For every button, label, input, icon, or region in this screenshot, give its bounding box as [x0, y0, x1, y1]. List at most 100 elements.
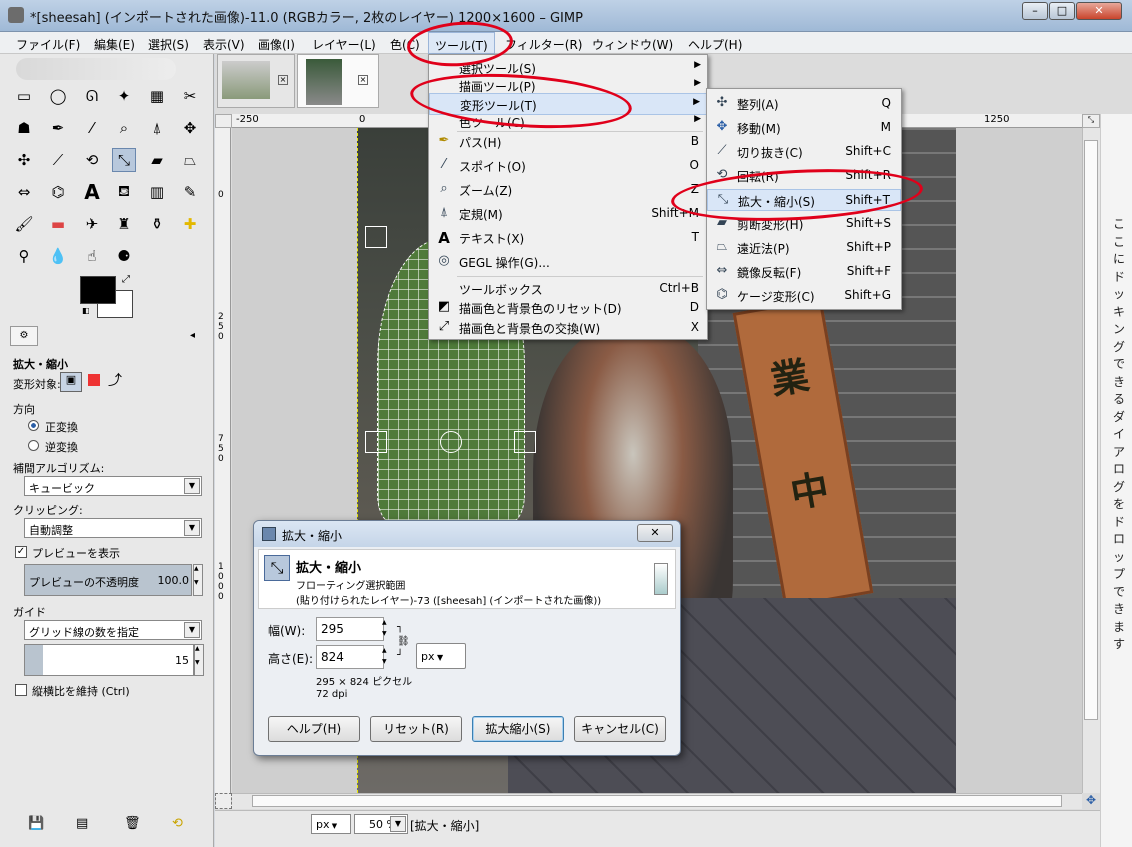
- delete-options-icon[interactable]: 🗑: [124, 816, 141, 831]
- heal-tool-icon[interactable]: ✚: [178, 212, 202, 236]
- cage-tool-icon[interactable]: ⌬: [46, 180, 70, 204]
- dialog-close-button[interactable]: ✕: [637, 524, 673, 542]
- menu-item-move[interactable]: ✥ 移動(M) M: [707, 117, 901, 139]
- move-tool-icon[interactable]: ✥: [178, 116, 202, 140]
- blend-tool-icon[interactable]: ▥: [145, 180, 169, 204]
- unit-select[interactable]: px ▼: [311, 814, 351, 834]
- transform-path-icon[interactable]: ⤴: [108, 370, 122, 390]
- perspective-clone-tool-icon[interactable]: ⚲: [12, 244, 36, 268]
- panel-menu-icon[interactable]: ◂: [190, 330, 195, 341]
- menu-item-flip[interactable]: ⇔ 鏡像反転(F) Shift+F: [707, 261, 901, 283]
- restore-options-icon[interactable]: ▤: [76, 816, 88, 831]
- grid-count-spin-buttons[interactable]: ▲ ▼: [194, 644, 204, 676]
- horizontal-scrollbar-thumb[interactable]: [252, 795, 1062, 807]
- menu-select[interactable]: 選択(S): [148, 36, 189, 53]
- clone-tool-icon[interactable]: ⚱: [145, 212, 169, 236]
- scissors-tool-icon[interactable]: ✂: [178, 84, 202, 108]
- ellipse-select-tool-icon[interactable]: ◯: [46, 84, 70, 108]
- menu-filters[interactable]: フィルター(R): [505, 36, 582, 53]
- menu-item-perspective[interactable]: ⏢ 遠近法(P) Shift+P: [707, 237, 901, 259]
- save-options-icon[interactable]: 💾: [28, 816, 44, 831]
- tool-options-tab[interactable]: ⚙: [10, 326, 38, 346]
- transform-center-handle[interactable]: [440, 431, 462, 453]
- opacity-spin-buttons[interactable]: ▲ ▼: [193, 564, 203, 596]
- flip-tool-icon[interactable]: ⇔: [12, 180, 36, 204]
- pencil-tool-icon[interactable]: ✎: [178, 180, 202, 204]
- fuzzy-select-tool-icon[interactable]: ✦: [112, 84, 136, 108]
- cancel-button[interactable]: キャンセル(C): [574, 716, 666, 742]
- menu-item-measure[interactable]: ⍋ 定規(M) Shift+M: [429, 203, 707, 225]
- close-button[interactable]: ✕: [1076, 2, 1122, 20]
- perspective-tool-icon[interactable]: ⏢: [178, 148, 202, 172]
- width-input[interactable]: 295: [316, 617, 384, 641]
- paths-tool-icon[interactable]: ✒: [46, 116, 70, 140]
- smudge-tool-icon[interactable]: ☝: [80, 244, 104, 268]
- menu-item-color-picker[interactable]: ⁄ スポイト(O) O: [429, 155, 707, 177]
- maximize-button[interactable]: □: [1049, 2, 1075, 20]
- menu-item-text[interactable]: A テキスト(X) T: [429, 227, 707, 249]
- bucket-fill-tool-icon[interactable]: ⛾: [112, 180, 136, 204]
- menu-layer[interactable]: レイヤー(L): [312, 36, 376, 53]
- image-tab-1[interactable]: ×: [217, 54, 295, 108]
- rotate-tool-icon[interactable]: ⟲: [80, 148, 104, 172]
- menu-item-cage[interactable]: ⌬ ケージ変形(C) Shift+G: [707, 285, 901, 307]
- measure-tool-icon[interactable]: ⍋: [145, 116, 169, 140]
- close-tab-icon[interactable]: ×: [278, 75, 288, 85]
- blur-tool-icon[interactable]: 💧: [46, 244, 70, 268]
- height-spin-buttons[interactable]: ▲ ▼: [382, 645, 392, 669]
- transform-handle[interactable]: [365, 226, 387, 248]
- guide-select[interactable]: グリッド線の数を指定 ▼: [24, 620, 202, 640]
- transform-handle[interactable]: [514, 431, 536, 453]
- navigation-icon[interactable]: ✥: [1082, 793, 1100, 809]
- menu-help[interactable]: ヘルプ(H): [688, 36, 742, 53]
- ruler-corner[interactable]: [215, 114, 232, 128]
- menu-view[interactable]: 表示(V): [203, 36, 245, 53]
- close-tab-icon[interactable]: ×: [358, 75, 368, 85]
- preview-checkbox[interactable]: ✓: [15, 546, 27, 558]
- menu-item-zoom[interactable]: ⌕ ズーム(Z) Z: [429, 179, 707, 201]
- eraser-tool-icon[interactable]: ▬: [46, 212, 70, 236]
- menu-image[interactable]: 画像(I): [258, 36, 295, 53]
- height-input[interactable]: 824: [316, 645, 384, 669]
- reset-options-icon[interactable]: ⟲: [172, 816, 183, 831]
- rect-select-tool-icon[interactable]: ▭: [12, 84, 36, 108]
- foreground-color-swatch[interactable]: [80, 276, 116, 304]
- grid-count-slider[interactable]: 15: [24, 644, 194, 676]
- direction-normal-radio[interactable]: [28, 420, 39, 431]
- transform-handle[interactable]: [365, 431, 387, 453]
- quick-mask-toggle[interactable]: [215, 793, 232, 809]
- minimize-button[interactable]: –: [1022, 2, 1048, 20]
- paintbrush-tool-icon[interactable]: 🖌: [12, 212, 36, 236]
- color-select-tool-icon[interactable]: ▦: [145, 84, 169, 108]
- vertical-scrollbar-thumb[interactable]: [1084, 140, 1098, 720]
- unit-select[interactable]: px ▼: [416, 643, 466, 669]
- menu-file[interactable]: ファイル(F): [16, 36, 80, 53]
- airbrush-tool-icon[interactable]: ✈: [80, 212, 104, 236]
- scale-button[interactable]: 拡大縮小(S): [472, 716, 564, 742]
- zoom-select[interactable]: 50 % ▼: [354, 814, 408, 834]
- clipping-select[interactable]: 自動調整 ▼: [24, 518, 202, 538]
- menu-item-paths[interactable]: ✒ パス(H) B: [429, 131, 707, 153]
- menu-item-reset-colors[interactable]: ◩ 描画色と背景色のリセット(D) D: [429, 297, 707, 319]
- color-picker-tool-icon[interactable]: ⁄: [80, 116, 104, 140]
- free-select-tool-icon[interactable]: ᘏ: [80, 84, 104, 108]
- zoom-tool-icon[interactable]: ⌕: [112, 116, 136, 140]
- menu-item-crop[interactable]: ⟋ 切り抜き(C) Shift+C: [707, 141, 901, 163]
- width-spin-buttons[interactable]: ▲ ▼: [382, 617, 392, 641]
- menu-windows[interactable]: ウィンドウ(W): [592, 36, 673, 53]
- help-button[interactable]: ヘルプ(H): [268, 716, 360, 742]
- menu-item-gegl[interactable]: ◎ GEGL 操作(G)...: [429, 251, 707, 273]
- transform-selection-icon[interactable]: [88, 374, 100, 386]
- menu-item-swap-colors[interactable]: ⤢ 描画色と背景色の交換(W) X: [429, 317, 707, 339]
- align-tool-icon[interactable]: ✣: [12, 148, 36, 172]
- text-tool-icon[interactable]: A: [80, 180, 104, 204]
- keep-aspect-checkbox[interactable]: [15, 684, 27, 696]
- chain-link-icon[interactable]: ┐ ⛓ ┘: [397, 621, 410, 665]
- direction-reverse-radio[interactable]: [28, 440, 39, 451]
- ink-tool-icon[interactable]: ♜: [112, 212, 136, 236]
- foreground-select-tool-icon[interactable]: ☗: [12, 116, 36, 140]
- shear-tool-icon[interactable]: ▰: [145, 148, 169, 172]
- menu-item-align[interactable]: ✣ 整列(A) Q: [707, 93, 901, 115]
- image-tab-2[interactable]: ×: [297, 54, 379, 108]
- swap-colors-icon[interactable]: ⤢: [122, 274, 130, 285]
